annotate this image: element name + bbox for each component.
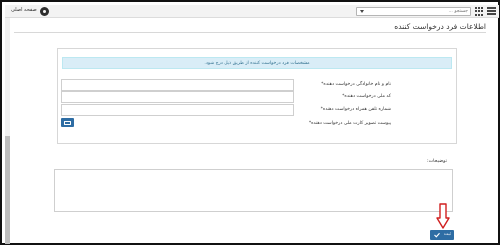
app-window: صفحه اصلی اطلاعات فرد درخواست کننده مشخص… bbox=[0, 0, 500, 245]
page-scrollbar[interactable] bbox=[5, 18, 10, 244]
description-label: توضیحات: bbox=[426, 159, 447, 164]
hamburger-menu-icon[interactable] bbox=[487, 7, 496, 15]
full-name-input[interactable] bbox=[61, 79, 294, 91]
apps-grid-icon[interactable] bbox=[474, 7, 483, 16]
submit-button-label: ثبت bbox=[443, 232, 451, 237]
user-avatar-icon[interactable] bbox=[40, 7, 49, 16]
top-navbar: صفحه اصلی bbox=[5, 5, 499, 18]
mobile-number-input[interactable] bbox=[61, 104, 294, 116]
check-icon bbox=[434, 232, 440, 238]
upload-button[interactable] bbox=[61, 118, 74, 127]
id-card-attachment-label: پیوست تصویر کارت ملی درخواست دهنده* bbox=[308, 121, 391, 126]
search-box[interactable] bbox=[356, 7, 471, 16]
search-input[interactable] bbox=[388, 8, 468, 15]
page-title: اطلاعات فرد درخواست کننده bbox=[394, 22, 486, 31]
national-code-input[interactable] bbox=[61, 91, 294, 103]
full-name-label: نام و نام خانوادگی درخواست دهنده* bbox=[321, 82, 391, 87]
folder-icon bbox=[64, 120, 71, 125]
national-code-label: کد ملی درخواست دهنده* bbox=[342, 94, 391, 99]
down-arrow-annotation-icon bbox=[436, 203, 450, 229]
mobile-number-label: شماره تلفن همراه درخواست دهنده* bbox=[320, 107, 391, 112]
caret-down-icon[interactable] bbox=[360, 10, 364, 13]
page-title-bar: اطلاعات فرد درخواست کننده bbox=[14, 19, 486, 33]
scrollbar-thumb[interactable] bbox=[5, 136, 10, 244]
description-textarea[interactable] bbox=[54, 169, 453, 212]
home-link[interactable]: صفحه اصلی bbox=[11, 7, 37, 13]
submit-button[interactable]: ثبت bbox=[430, 230, 454, 240]
info-alert: مشخصات فرد درخواست کننده از طریق ذیل درج… bbox=[62, 57, 452, 69]
